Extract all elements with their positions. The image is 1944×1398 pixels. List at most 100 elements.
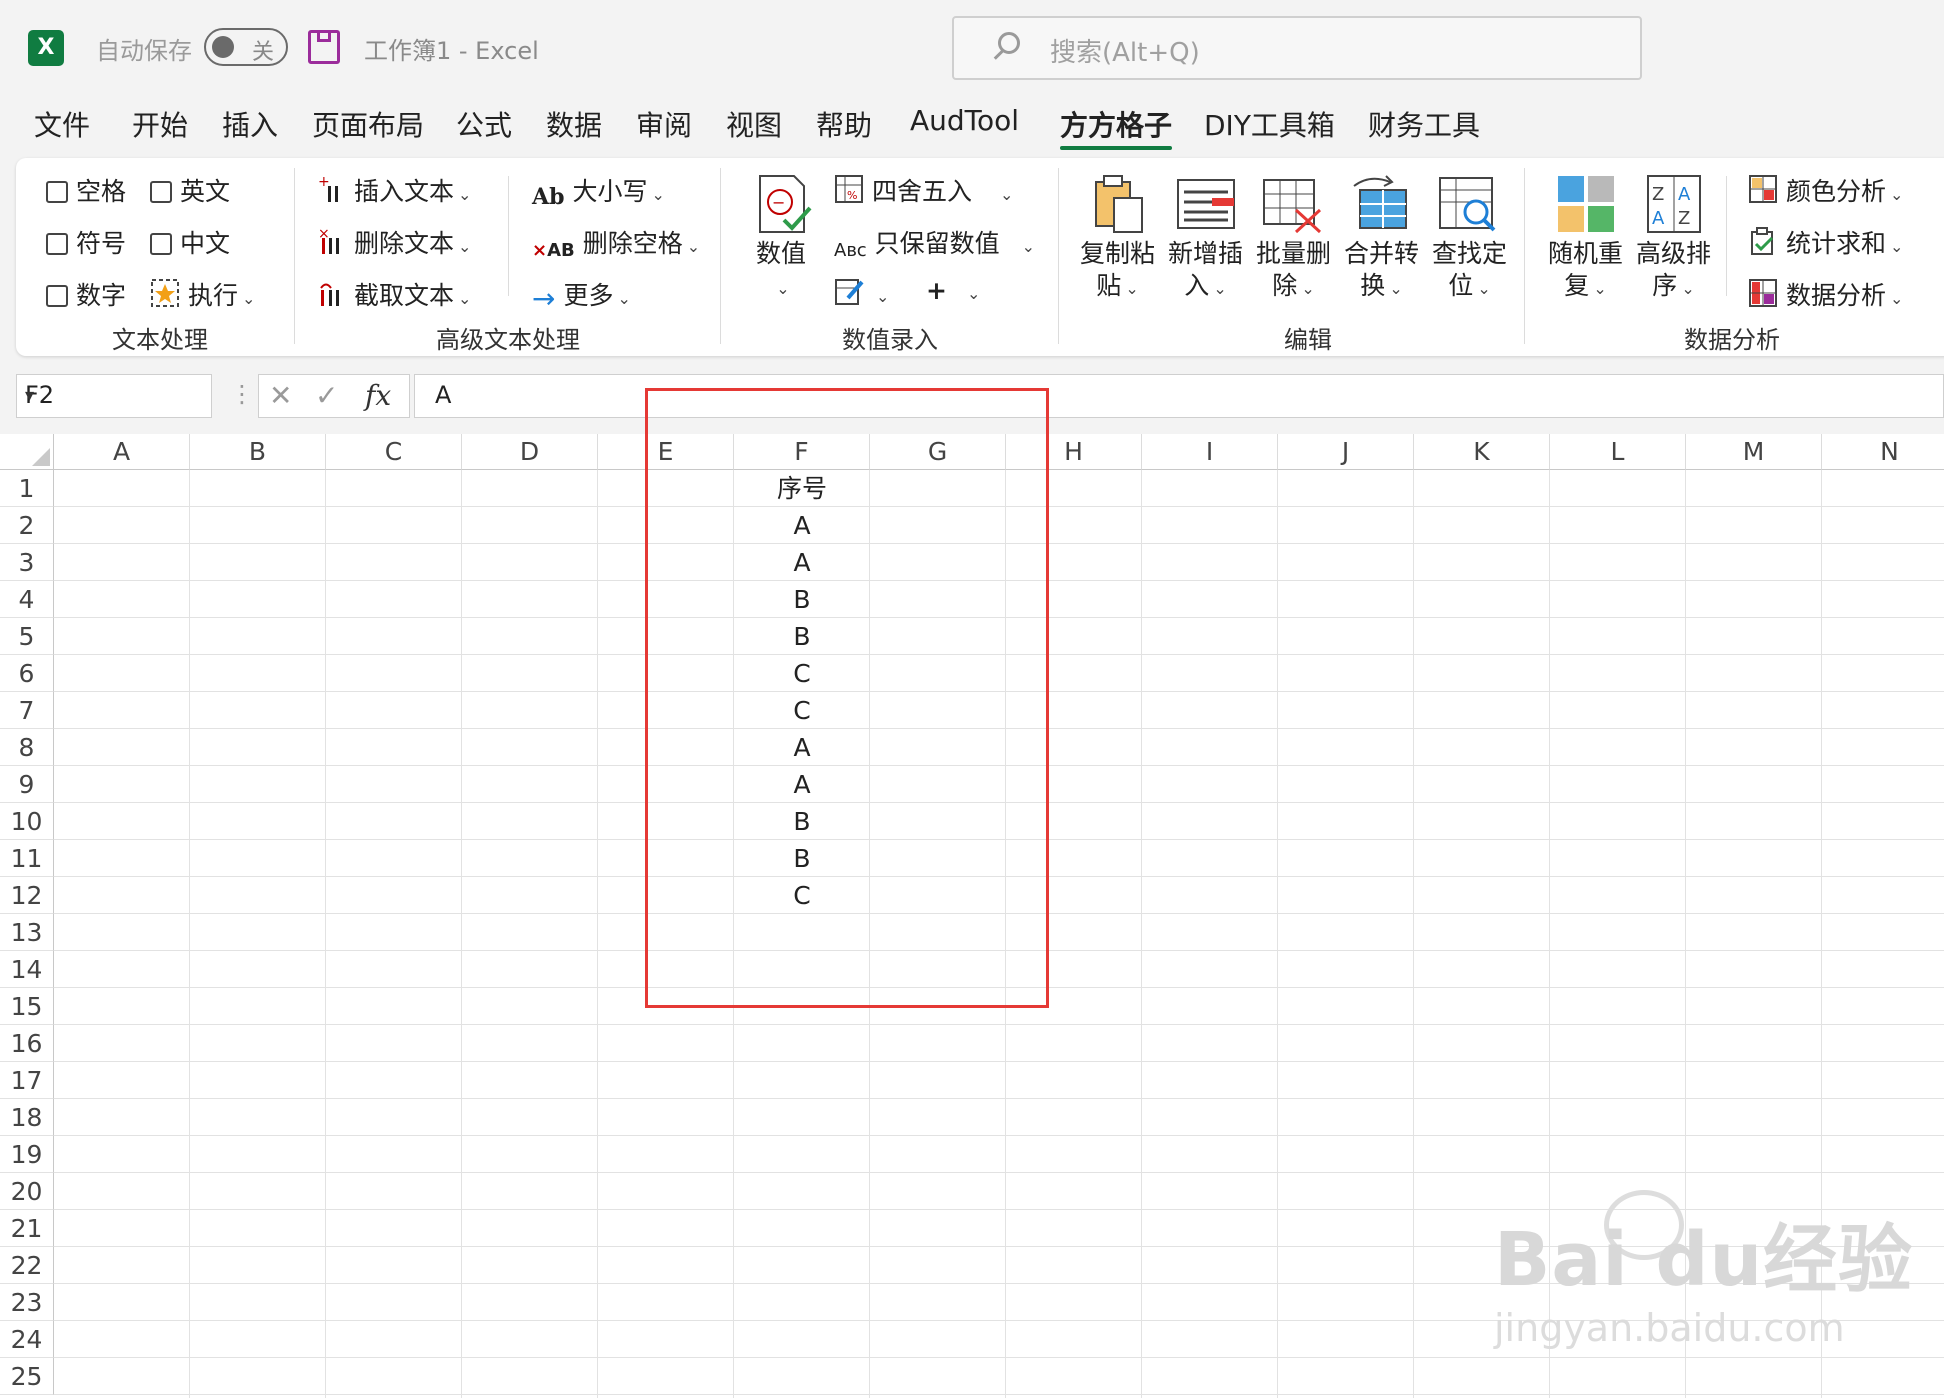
row-header-19[interactable]: 19 bbox=[0, 1136, 54, 1173]
chevron-down-icon[interactable]: ▾ bbox=[25, 385, 201, 406]
confirm-icon[interactable]: ✓ bbox=[315, 379, 338, 412]
count-sum-button[interactable]: 统计求和 ⌄ bbox=[1748, 224, 1903, 260]
column-header-j[interactable]: J bbox=[1278, 434, 1414, 470]
advanced-sort-button[interactable]: 高级排序 ⌄ bbox=[1636, 238, 1711, 305]
row-header-14[interactable]: 14 bbox=[0, 951, 54, 988]
column-header-a[interactable]: A bbox=[54, 434, 190, 470]
checkbox-symbol[interactable]: 符号 bbox=[46, 224, 126, 260]
value-button[interactable]: 数值 ⌄ bbox=[756, 238, 806, 305]
row-header-1[interactable]: 1 bbox=[0, 470, 54, 507]
tab-fangfanggezi[interactable]: 方方格子 bbox=[1060, 104, 1173, 150]
find-locate-button[interactable]: 查找定位 ⌄ bbox=[1432, 238, 1507, 305]
advanced-sort-label-2: 序 bbox=[1652, 271, 1678, 300]
column-header-i[interactable]: I bbox=[1142, 434, 1278, 470]
value-label: 数值 bbox=[756, 239, 807, 268]
insert-new-button[interactable]: 新增插入 ⌄ bbox=[1168, 238, 1243, 305]
row-header-7[interactable]: 7 bbox=[0, 692, 54, 729]
column-header-n[interactable]: N bbox=[1822, 434, 1944, 470]
cancel-icon[interactable]: ✕ bbox=[269, 379, 292, 412]
case-button[interactable]: Ab 大小写 ⌄ bbox=[532, 172, 665, 210]
delete-space-button[interactable]: ×AB 删除空格 ⌄ bbox=[532, 224, 700, 261]
row-header-6[interactable]: 6 bbox=[0, 655, 54, 692]
select-all-corner[interactable] bbox=[0, 434, 54, 470]
more-button[interactable]: → 更多 ⌄ bbox=[532, 276, 631, 315]
row-header-22[interactable]: 22 bbox=[0, 1247, 54, 1284]
tab-audtool[interactable]: AudTool bbox=[910, 104, 1019, 137]
execute-button[interactable]: 执行 ⌄ bbox=[150, 276, 255, 312]
tab-view[interactable]: 视图 bbox=[726, 104, 782, 144]
name-box[interactable]: F2 ▾ bbox=[16, 374, 212, 418]
batch-delete-button[interactable]: 批量删除 ⌄ bbox=[1256, 238, 1331, 305]
row-header-15[interactable]: 15 bbox=[0, 988, 54, 1025]
checkbox-number[interactable]: 数字 bbox=[46, 276, 126, 312]
tab-data[interactable]: 数据 bbox=[546, 104, 602, 144]
data-analysis-button[interactable]: 数据分析 ⌄ bbox=[1748, 276, 1903, 312]
copy-paste-button[interactable]: 复制粘贴 ⌄ bbox=[1080, 238, 1155, 305]
row-header-5[interactable]: 5 bbox=[0, 618, 54, 655]
row-header-2[interactable]: 2 bbox=[0, 507, 54, 544]
row-header-16[interactable]: 16 bbox=[0, 1025, 54, 1062]
row-header-9[interactable]: 9 bbox=[0, 766, 54, 803]
delete-space-label: 删除空格 bbox=[582, 229, 683, 258]
formula-input[interactable]: A bbox=[414, 374, 1944, 418]
tab-help[interactable]: 帮助 bbox=[816, 104, 872, 144]
column-header-b[interactable]: B bbox=[190, 434, 326, 470]
tab-home[interactable]: 开始 bbox=[132, 104, 188, 144]
tab-formulas[interactable]: 公式 bbox=[456, 104, 512, 144]
column-header-d[interactable]: D bbox=[462, 434, 598, 470]
column-header-c[interactable]: C bbox=[326, 434, 462, 470]
row-header-23[interactable]: 23 bbox=[0, 1284, 54, 1321]
checkbox-label: 中文 bbox=[180, 229, 231, 258]
row-header-25[interactable]: 25 bbox=[0, 1358, 54, 1395]
chevron-down-icon: ⌄ bbox=[686, 237, 701, 256]
column-header-m[interactable]: M bbox=[1686, 434, 1822, 470]
data-analysis-label: 数据分析 bbox=[1786, 281, 1887, 310]
row-header-17[interactable]: 17 bbox=[0, 1062, 54, 1099]
row-header-18[interactable]: 18 bbox=[0, 1099, 54, 1136]
insert-text-button[interactable]: + 插入文本 ⌄ bbox=[318, 172, 471, 208]
execute-label: 执行 bbox=[188, 281, 239, 310]
extract-text-button[interactable]: 截取文本 ⌄ bbox=[318, 276, 471, 312]
save-icon[interactable] bbox=[308, 30, 340, 64]
arrow-right-icon: → bbox=[532, 282, 556, 315]
column-header-k[interactable]: K bbox=[1414, 434, 1550, 470]
row-header-10[interactable]: 10 bbox=[0, 803, 54, 840]
column-header-l[interactable]: L bbox=[1550, 434, 1686, 470]
count-sum-label: 统计求和 bbox=[1786, 229, 1887, 258]
checkbox-space[interactable]: 空格 bbox=[46, 172, 126, 208]
color-analysis-button[interactable]: 颜色分析 ⌄ bbox=[1748, 172, 1903, 208]
round-button[interactable]: % 四舍五入 ⌄ bbox=[834, 172, 1013, 208]
autosave-toggle[interactable]: 关 bbox=[204, 28, 288, 66]
row-header-4[interactable]: 4 bbox=[0, 581, 54, 618]
tab-diy-toolbox[interactable]: DIY工具箱 bbox=[1204, 104, 1335, 144]
search-box[interactable]: 搜索(Alt+Q) bbox=[952, 16, 1642, 80]
row-header-21[interactable]: 21 bbox=[0, 1210, 54, 1247]
row-header-20[interactable]: 20 bbox=[0, 1173, 54, 1210]
edit-values-button[interactable]: ⌄ bbox=[834, 276, 889, 308]
add-button[interactable]: + ⌄ bbox=[926, 276, 980, 305]
delete-text-button[interactable]: × 删除文本 ⌄ bbox=[318, 224, 471, 260]
insert-function-icon[interactable]: fx bbox=[365, 379, 391, 412]
checkbox-chinese[interactable]: 中文 bbox=[150, 224, 230, 260]
row-header-24[interactable]: 24 bbox=[0, 1321, 54, 1358]
row-header-11[interactable]: 11 bbox=[0, 840, 54, 877]
row-header-13[interactable]: 13 bbox=[0, 914, 54, 951]
row-header-8[interactable]: 8 bbox=[0, 729, 54, 766]
checkbox-english[interactable]: 英文 bbox=[150, 172, 230, 208]
title-bar: X 自动保存 关 工作簿1 - Excel 搜索(Alt+Q) bbox=[0, 0, 1944, 96]
keep-values-button[interactable]: Aʙᴄ 只保留数值 ⌄ bbox=[834, 224, 1035, 261]
chevron-down-icon: ⌄ bbox=[1000, 185, 1014, 204]
tab-page-layout[interactable]: 页面布局 bbox=[312, 104, 424, 144]
tab-file[interactable]: 文件 bbox=[34, 104, 90, 144]
tab-review[interactable]: 审阅 bbox=[636, 104, 692, 144]
row-header-3[interactable]: 3 bbox=[0, 544, 54, 581]
random-repeat-button[interactable]: 随机重复 ⌄ bbox=[1548, 238, 1623, 305]
tab-insert[interactable]: 插入 bbox=[222, 104, 278, 144]
insert-new-label-1: 新增插 bbox=[1168, 239, 1244, 268]
autosave-state: 关 bbox=[252, 40, 275, 65]
merge-convert-button[interactable]: 合并转换 ⌄ bbox=[1344, 238, 1419, 305]
row-header-12[interactable]: 12 bbox=[0, 877, 54, 914]
tab-finance-tools[interactable]: 财务工具 bbox=[1368, 104, 1480, 144]
ribbon: 空格 英文 符号 中文 数字 执行 ⌄ 文本处理 + 插入文本 ⌄ × 删除文本 ⌄ 截取… bbox=[16, 158, 1944, 356]
color-analysis-label: 颜色分析 bbox=[1786, 177, 1887, 206]
